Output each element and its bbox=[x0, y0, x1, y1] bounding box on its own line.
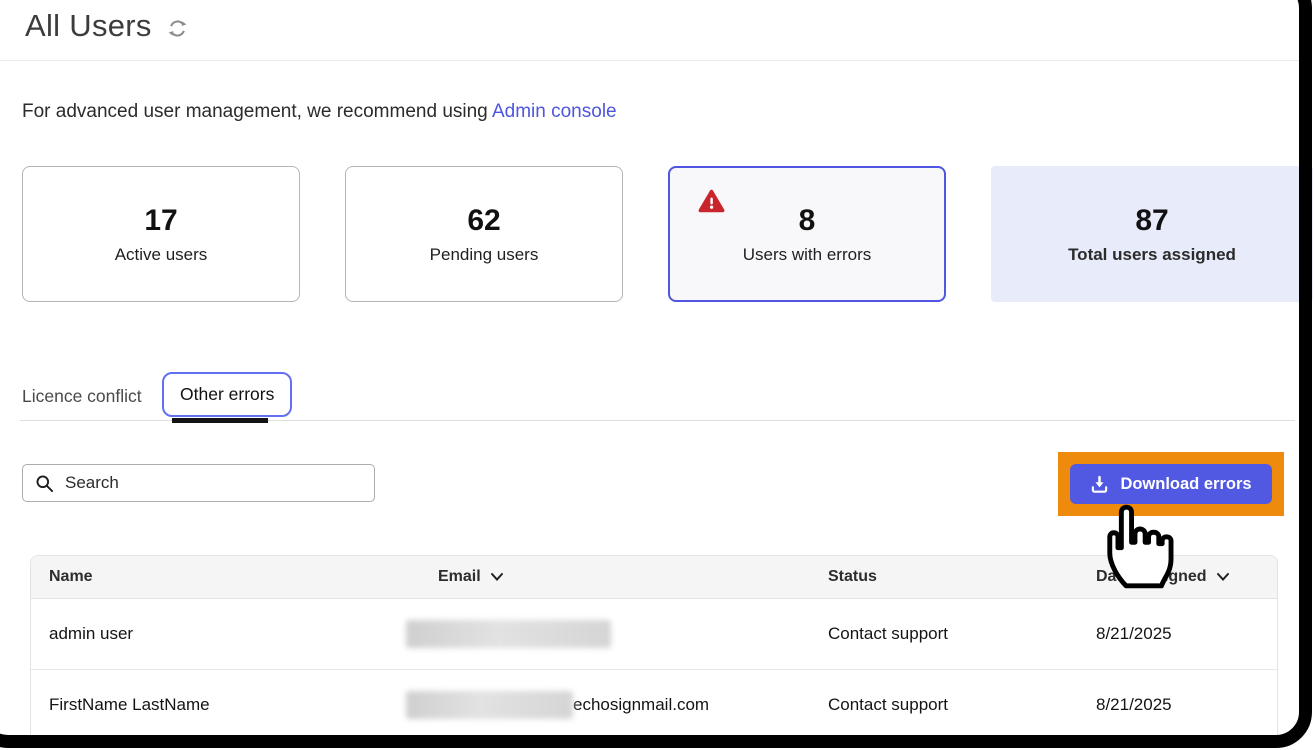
download-icon bbox=[1090, 475, 1109, 494]
redacted-email-blur bbox=[406, 620, 611, 648]
search-box bbox=[22, 464, 375, 502]
user-status: Contact support bbox=[828, 624, 948, 644]
table-row[interactable]: FirstName LastName echosignmail.com Cont… bbox=[31, 669, 1277, 740]
download-errors-label: Download errors bbox=[1120, 475, 1251, 494]
column-header-name: Name bbox=[49, 568, 93, 586]
stat-value: 17 bbox=[144, 204, 177, 238]
stat-label: Active users bbox=[115, 245, 208, 265]
table-header-row: Name Email Status Date Assigned bbox=[31, 556, 1277, 599]
stat-label: Total users assigned bbox=[1068, 245, 1236, 265]
column-label: Name bbox=[49, 568, 93, 586]
user-name: admin user bbox=[49, 624, 133, 644]
user-email bbox=[406, 620, 611, 648]
chevron-down-icon bbox=[1216, 572, 1230, 582]
column-header-date-assigned[interactable]: Date Assigned bbox=[1096, 568, 1230, 586]
stat-card-total-users-assigned[interactable]: 87 Total users assigned bbox=[991, 166, 1313, 302]
tab-licence-conflict[interactable]: Licence conflict bbox=[22, 386, 142, 407]
user-name: FirstName LastName bbox=[49, 695, 210, 715]
user-email: echosignmail.com bbox=[406, 691, 709, 719]
warning-triangle-icon bbox=[698, 188, 725, 215]
intro-text-before: For advanced user management, we recomme… bbox=[22, 101, 492, 122]
page-title: All Users bbox=[25, 8, 189, 44]
stat-label: Users with errors bbox=[743, 245, 871, 265]
search-icon bbox=[35, 474, 54, 493]
date-assigned: 8/21/2025 bbox=[1096, 624, 1172, 644]
refresh-icon[interactable] bbox=[166, 17, 189, 40]
date-assigned: 8/21/2025 bbox=[1096, 695, 1172, 715]
search-input[interactable] bbox=[63, 472, 374, 494]
stat-cards: 17 Active users 62 Pending users 8 Users… bbox=[22, 166, 1313, 302]
errors-table: Name Email Status Date Assigned admin us… bbox=[30, 555, 1278, 740]
column-label: Date Assigned bbox=[1096, 568, 1207, 586]
tab-other-errors[interactable]: Other errors bbox=[162, 372, 292, 417]
table-row[interactable]: admin user Contact support 8/21/2025 bbox=[31, 599, 1277, 669]
email-visible-text: echosignmail.com bbox=[573, 695, 709, 715]
column-header-email[interactable]: Email bbox=[438, 568, 504, 586]
stat-value: 62 bbox=[467, 204, 500, 238]
page-title-text: All Users bbox=[25, 8, 152, 44]
stat-value: 87 bbox=[1135, 204, 1168, 238]
column-header-status: Status bbox=[828, 568, 877, 586]
active-tab-indicator bbox=[172, 418, 268, 423]
admin-console-link[interactable]: Admin console bbox=[492, 101, 617, 122]
user-status: Contact support bbox=[828, 695, 948, 715]
redacted-email-blur bbox=[406, 691, 573, 719]
stat-card-active-users[interactable]: 17 Active users bbox=[22, 166, 300, 302]
stat-card-pending-users[interactable]: 62 Pending users bbox=[345, 166, 623, 302]
download-errors-button[interactable]: Download errors bbox=[1070, 464, 1272, 504]
intro-text: For advanced user management, we recomme… bbox=[22, 101, 617, 123]
header-divider bbox=[0, 60, 1300, 61]
stat-card-users-with-errors[interactable]: 8 Users with errors bbox=[668, 166, 946, 302]
stat-value: 8 bbox=[799, 204, 816, 238]
chevron-down-icon bbox=[490, 572, 504, 582]
column-label: Status bbox=[828, 568, 877, 586]
download-highlight-annotation: Download errors bbox=[1058, 452, 1284, 516]
column-label: Email bbox=[438, 568, 481, 586]
all-users-page: All Users For advanced user management, … bbox=[0, 0, 1315, 750]
stat-label: Pending users bbox=[430, 245, 539, 265]
